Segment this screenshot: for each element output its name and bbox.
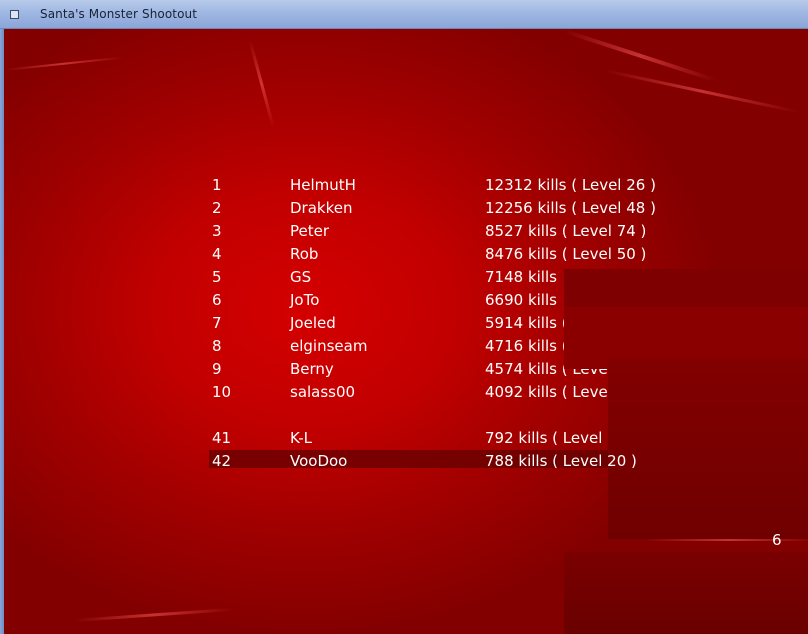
score-rank: 10 bbox=[212, 383, 232, 401]
render-artifact-panel bbox=[564, 269, 808, 307]
score-name: VooDoo bbox=[290, 452, 348, 470]
score-name: Berny bbox=[290, 360, 334, 378]
score-rank: 1 bbox=[212, 176, 222, 194]
score-row: 1 HelmutH 12312 kills ( Level 26 ) bbox=[4, 174, 808, 197]
score-value: 8476 kills ( Level 50 ) bbox=[485, 245, 647, 263]
game-window: Santa's Monster Shootout 1 HelmutH 12312… bbox=[0, 0, 808, 634]
score-row: 3 Peter 8527 kills ( Level 74 ) bbox=[4, 220, 808, 243]
score-value: 7148 kills bbox=[485, 268, 557, 286]
artifact-glyph: 6 bbox=[772, 531, 782, 549]
score-name: HelmutH bbox=[290, 176, 356, 194]
score-rank: 8 bbox=[212, 337, 222, 355]
score-rank: 42 bbox=[212, 452, 232, 470]
score-name: elginseam bbox=[290, 337, 368, 355]
score-value: 12312 kills ( Level 26 ) bbox=[485, 176, 656, 194]
score-name: salass00 bbox=[290, 383, 356, 401]
score-value: 788 kills ( Level 20 ) bbox=[485, 452, 637, 470]
render-artifact-panel bbox=[608, 359, 808, 539]
score-rank: 6 bbox=[212, 291, 222, 309]
window-title: Santa's Monster Shootout bbox=[40, 7, 198, 21]
score-name: JoTo bbox=[290, 291, 320, 309]
score-rank: 5 bbox=[212, 268, 222, 286]
score-name: Joeled bbox=[290, 314, 336, 332]
score-row: 4 Rob 8476 kills ( Level 50 ) bbox=[4, 243, 808, 266]
score-rank: 3 bbox=[212, 222, 222, 240]
window-close-button[interactable] bbox=[10, 10, 19, 19]
score-value: 12256 kills ( Level 48 ) bbox=[485, 199, 656, 217]
score-rank: 2 bbox=[212, 199, 222, 217]
score-rank: 4 bbox=[212, 245, 222, 263]
score-name: Peter bbox=[290, 222, 330, 240]
score-name: Rob bbox=[290, 245, 319, 263]
score-name: K-L bbox=[290, 429, 313, 447]
render-artifact-panel bbox=[564, 552, 808, 634]
score-row: 2 Drakken 12256 kills ( Level 48 ) bbox=[4, 197, 808, 220]
title-bar[interactable]: Santa's Monster Shootout bbox=[0, 0, 808, 29]
score-value: 8527 kills ( Level 74 ) bbox=[485, 222, 647, 240]
score-rank: 9 bbox=[212, 360, 222, 378]
score-value: 6690 kills bbox=[485, 291, 557, 309]
score-rank: 41 bbox=[212, 429, 232, 447]
game-canvas[interactable]: 1 HelmutH 12312 kills ( Level 26 ) 2 Dra… bbox=[4, 29, 808, 634]
score-name: GS bbox=[290, 268, 312, 286]
score-rank: 7 bbox=[212, 314, 222, 332]
score-name: Drakken bbox=[290, 199, 353, 217]
